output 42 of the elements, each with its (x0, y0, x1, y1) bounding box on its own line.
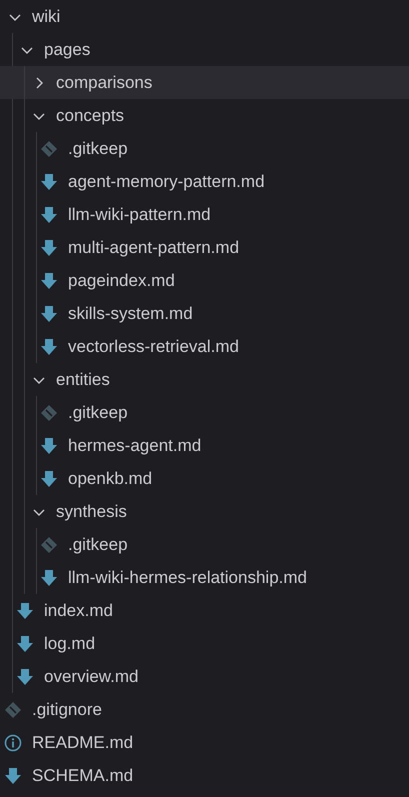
file-row[interactable]: log.md (0, 627, 409, 660)
down-arrow-icon (4, 766, 22, 784)
file-row[interactable]: overview.md (0, 660, 409, 693)
file-row[interactable]: llm-wiki-hermes-relationship.md (0, 561, 409, 594)
down-arrow-icon (40, 304, 58, 322)
file-row[interactable]: pageindex.md (0, 264, 409, 297)
file-row[interactable]: .gitkeep (0, 528, 409, 561)
down-arrow-icon (16, 668, 34, 686)
diamond-icon (40, 140, 58, 158)
diamond-icon (40, 536, 58, 554)
down-arrow-icon (40, 436, 58, 454)
file-row[interactable]: multi-agent-pattern.md (0, 231, 409, 264)
folder-row[interactable]: wiki (0, 0, 409, 33)
file-row[interactable]: .gitkeep (0, 396, 409, 429)
down-arrow-icon (40, 172, 58, 190)
folder-row[interactable]: concepts (0, 99, 409, 132)
down-arrow-icon (16, 602, 34, 620)
file-row[interactable]: llm-wiki-pattern.md (0, 198, 409, 231)
folder-row[interactable]: synthesis (0, 495, 409, 528)
file-row[interactable]: .gitignore (0, 693, 409, 726)
file-row[interactable]: agent-memory-pattern.md (0, 165, 409, 198)
down-arrow-icon (40, 338, 58, 356)
file-row[interactable]: skills-system.md (0, 297, 409, 330)
file-row[interactable]: SCHEMA.md (0, 759, 409, 792)
file-row[interactable]: .gitkeep (0, 132, 409, 165)
down-arrow-icon (40, 206, 58, 224)
file-row[interactable]: README.md (0, 726, 409, 759)
down-arrow-icon (16, 634, 34, 652)
info-icon (4, 734, 22, 752)
file-row[interactable]: openkb.md (0, 462, 409, 495)
folder-row[interactable]: comparisons (0, 66, 409, 99)
file-row[interactable]: index.md (0, 594, 409, 627)
file-row[interactable]: hermes-agent.md (0, 429, 409, 462)
down-arrow-icon (40, 470, 58, 488)
down-arrow-icon (40, 238, 58, 256)
folder-row[interactable]: entities (0, 363, 409, 396)
diamond-icon (40, 404, 58, 422)
down-arrow-icon (40, 568, 58, 586)
file-row[interactable]: vectorless-retrieval.md (0, 330, 409, 363)
folder-row[interactable]: pages (0, 33, 409, 66)
down-arrow-icon (40, 272, 58, 290)
diamond-icon (4, 700, 22, 718)
